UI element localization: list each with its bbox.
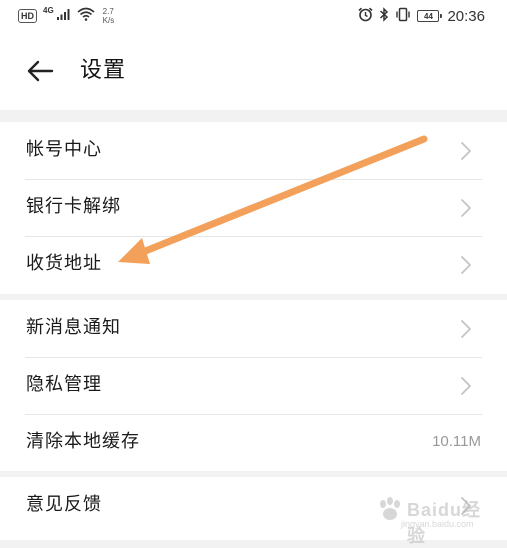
back-button[interactable] [22,54,58,88]
battery-level: 44 [424,11,433,21]
settings-item-unbind-bank-card[interactable]: 银行卡解绑 [0,179,507,236]
network-speed: 2.7 K/s [103,7,115,25]
settings-item-label: 银行卡解绑 [26,196,121,217]
network-type: 4G [43,5,54,15]
settings-item-label: 新消息通知 [26,317,121,338]
vibrate-icon [395,7,411,26]
settings-item-label: 清除本地缓存 [26,431,140,452]
battery-icon: 44 [417,10,443,22]
network-speed-unit: K/s [102,16,115,25]
bluetooth-icon [379,6,389,26]
status-time: 20:36 [447,7,485,25]
chevron-right-icon [461,199,471,217]
alarm-icon [358,7,373,26]
settings-item-clear-cache[interactable]: 清除本地缓存 10.11M [0,414,507,471]
hd-badge: HD [18,9,37,23]
settings-item-account-center[interactable]: 帐号中心 [0,122,507,179]
settings-item-label: 收货地址 [26,253,102,274]
network-speed-value: 2.7 [102,7,114,16]
back-arrow-icon [27,60,54,82]
chevron-right-icon [461,320,471,338]
chevron-right-icon [461,256,471,274]
settings-item-label: 帐号中心 [26,139,102,160]
wifi-icon [77,7,95,26]
status-left: HD 4G 2.7 K/s [18,6,114,26]
cache-size-value: 10.11M [432,433,481,450]
settings-group-account: 帐号中心 银行卡解绑 收货地址 [0,122,507,294]
cellular-signal-icon [56,7,71,25]
settings-item-new-message-notification[interactable]: 新消息通知 [0,300,507,357]
app-header: 设置 [0,32,507,110]
chevron-right-icon [461,142,471,160]
settings-item-label: 意见反馈 [26,494,102,515]
settings-item-shipping-address[interactable]: 收货地址 [0,236,507,293]
status-right: 44 20:36 [358,6,485,26]
baidu-watermark: Baidu经验 jingyan.baidu.com [373,492,493,546]
settings-item-privacy-management[interactable]: 隐私管理 [0,357,507,414]
watermark-subtext: jingyan.baidu.com [401,519,474,529]
settings-item-label: 隐私管理 [26,374,102,395]
page-title: 设置 [80,58,127,83]
settings-group-general: 新消息通知 隐私管理 清除本地缓存 10.11M [0,300,507,471]
chevron-right-icon [461,377,471,395]
status-bar: HD 4G 2.7 K/s 44 20:36 [0,0,507,32]
